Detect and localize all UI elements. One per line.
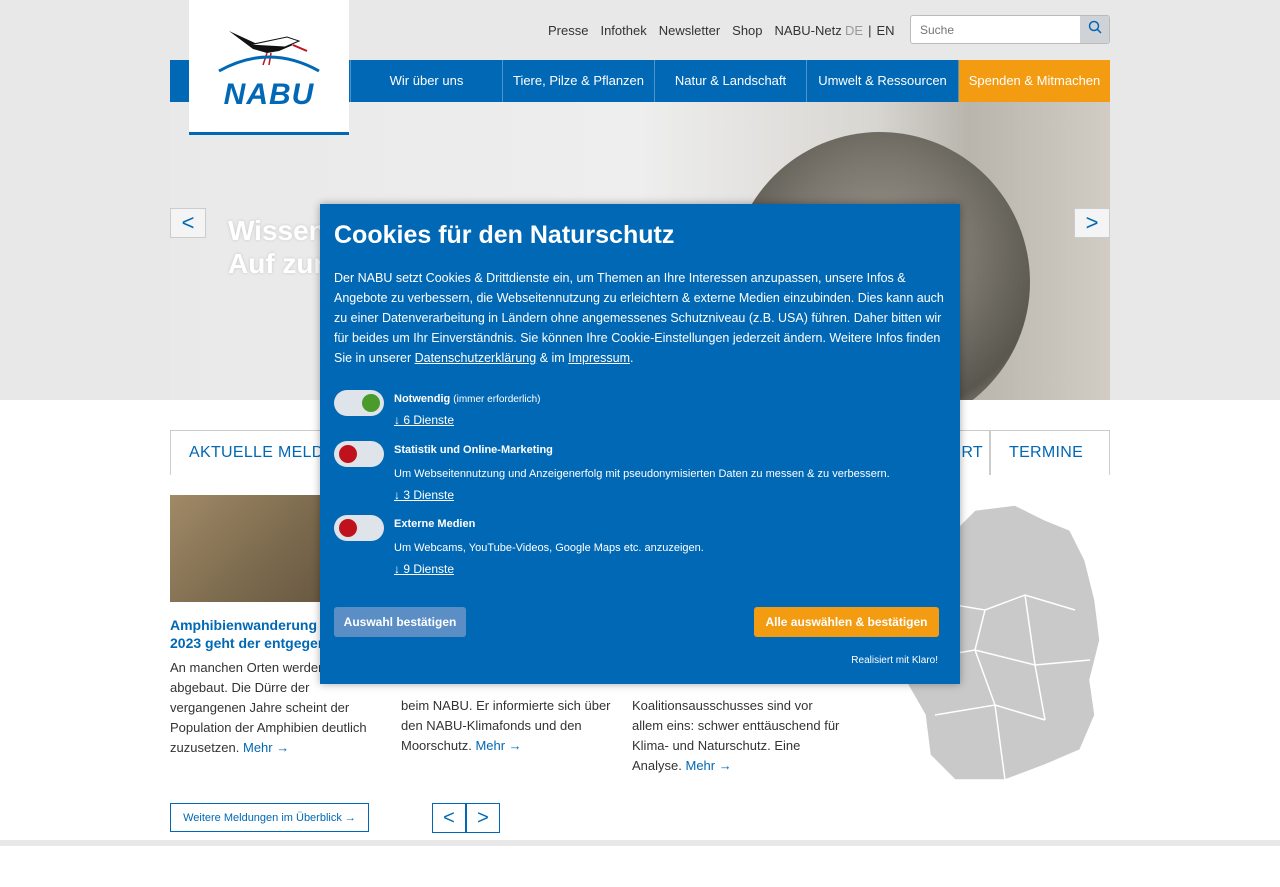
toggle-knob-on xyxy=(362,394,380,412)
toggle-external-media[interactable] xyxy=(334,515,384,541)
cookie-modal-intro: Der NABU setzt Cookies & Drittdienste ei… xyxy=(334,268,946,368)
purpose-title-text: Notwendig xyxy=(394,393,451,405)
purpose-services-link[interactable]: ↓ 6 Dienste xyxy=(394,413,454,427)
imprint-link[interactable]: Impressum xyxy=(568,351,630,365)
toggle-statistics-marketing[interactable] xyxy=(334,441,384,467)
purpose-title: Externe Medien xyxy=(394,518,476,530)
toggle-necessary[interactable] xyxy=(334,390,384,416)
purpose-description: Um Webseitennutzung und Anzeigenerfolg m… xyxy=(394,468,890,480)
toggle-knob-off xyxy=(339,519,357,537)
purpose-description: Um Webcams, YouTube-Videos, Google Maps … xyxy=(394,542,704,554)
toggle-knob-off xyxy=(339,445,357,463)
cookie-intro-and: & im xyxy=(536,351,569,365)
accept-all-button[interactable]: Alle auswählen & bestätigen xyxy=(754,607,939,637)
confirm-selection-button[interactable]: Auswahl bestätigen xyxy=(334,607,466,637)
purpose-required-note: (immer erforderlich) xyxy=(453,394,541,405)
privacy-policy-link[interactable]: Datenschutzerklärung xyxy=(415,351,537,365)
purpose-services-link[interactable]: ↓ 3 Dienste xyxy=(394,488,454,502)
stork-icon xyxy=(209,23,329,78)
powered-by-klaro-link[interactable]: Realisiert mit Klaro! xyxy=(851,655,938,666)
cookie-modal-title: Cookies für den Naturschutz xyxy=(334,221,675,249)
logo-text: NABU xyxy=(223,78,315,111)
purpose-services-link[interactable]: ↓ 9 Dienste xyxy=(394,562,454,576)
cookie-consent-modal: Cookies für den Naturschutz Der NABU set… xyxy=(320,204,960,684)
purpose-title: Statistik und Online-Marketing xyxy=(394,444,553,456)
nabu-logo[interactable]: NABU xyxy=(189,0,349,135)
cookie-intro-period: . xyxy=(630,351,634,365)
purpose-title: Notwendig (immer erforderlich) xyxy=(394,393,541,405)
